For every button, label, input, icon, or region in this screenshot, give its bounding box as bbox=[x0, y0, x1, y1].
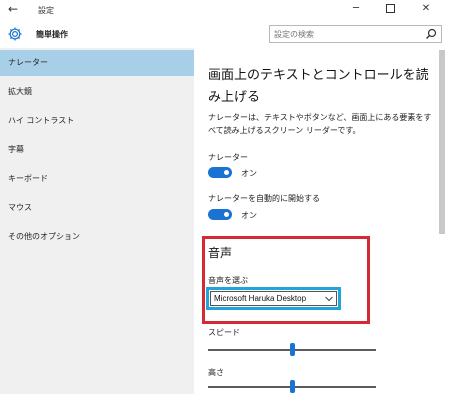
speed-label: スピード bbox=[208, 328, 240, 337]
header: 簡単操作 bbox=[0, 20, 453, 48]
select-voice-label: 音声を選ぶ bbox=[208, 276, 248, 285]
back-arrow-icon: ← bbox=[7, 2, 19, 16]
speed-slider-thumb[interactable] bbox=[290, 343, 295, 356]
narrator-toggle[interactable] bbox=[208, 167, 232, 178]
minimize-icon: ─ bbox=[352, 3, 360, 14]
voice-dropdown-highlight: Microsoft Haruka Desktop bbox=[206, 287, 341, 310]
pitch-slider-thumb[interactable] bbox=[290, 380, 295, 393]
narrator-label: ナレーター bbox=[208, 153, 248, 162]
title-bar: ← 設定 ─ ✕ bbox=[0, 0, 453, 21]
sidebar-item-other-options[interactable]: その他のオプション bbox=[0, 224, 194, 250]
gear-icon bbox=[8, 27, 22, 41]
back-button[interactable]: ← bbox=[6, 2, 20, 16]
page-heading: 画面上のテキストとコントロールを読み上げる bbox=[208, 68, 429, 105]
sidebar-item-high-contrast[interactable]: ハイ コントラスト bbox=[0, 108, 194, 134]
sidebar-item-captions[interactable]: 字幕 bbox=[0, 137, 194, 163]
close-button[interactable]: ✕ bbox=[417, 2, 435, 16]
maximize-icon bbox=[385, 3, 395, 13]
chevron-down-icon bbox=[325, 296, 333, 302]
voice-dropdown[interactable]: Microsoft Haruka Desktop bbox=[210, 291, 337, 306]
search-box[interactable] bbox=[269, 25, 442, 43]
sidebar-item-narrator[interactable]: ナレーター bbox=[0, 50, 194, 76]
voice-dropdown-value: Microsoft Haruka Desktop bbox=[214, 294, 307, 303]
maximize-button[interactable] bbox=[381, 2, 399, 16]
close-icon: ✕ bbox=[421, 3, 431, 14]
voice-heading: 音声 bbox=[208, 246, 233, 260]
search-icon bbox=[426, 28, 437, 39]
toggle-knob bbox=[224, 170, 229, 175]
search-input[interactable] bbox=[274, 28, 414, 40]
sidebar-item-magnifier[interactable]: 拡大鏡 bbox=[0, 79, 194, 105]
minimize-button[interactable]: ─ bbox=[347, 2, 365, 16]
sidebar: ナレーター 拡大鏡 ハイ コントラスト 字幕 キーボード マウス その他のオプシ… bbox=[0, 48, 194, 394]
scrollbar[interactable] bbox=[439, 50, 445, 234]
sidebar-item-mouse[interactable]: マウス bbox=[0, 195, 194, 221]
auto-start-toggle-state: オン bbox=[241, 211, 257, 220]
toggle-knob bbox=[224, 212, 229, 217]
narrator-toggle-state: オン bbox=[241, 169, 257, 178]
auto-start-toggle[interactable] bbox=[208, 209, 232, 220]
description-text: ナレーターは、テキストやボタンなど、画面上にある要素をすべて読み上げるスクリーン… bbox=[208, 113, 432, 135]
auto-start-label: ナレーターを自動的に開始する bbox=[208, 194, 320, 203]
window-title: 設定 bbox=[38, 6, 54, 15]
pitch-label: 高さ bbox=[208, 368, 224, 377]
main-content: 画面上のテキストとコントロールを読み上げる ナレーターは、テキストやボタンなど、… bbox=[194, 48, 437, 394]
sidebar-item-keyboard[interactable]: キーボード bbox=[0, 166, 194, 192]
section-title: 簡単操作 bbox=[36, 30, 68, 39]
